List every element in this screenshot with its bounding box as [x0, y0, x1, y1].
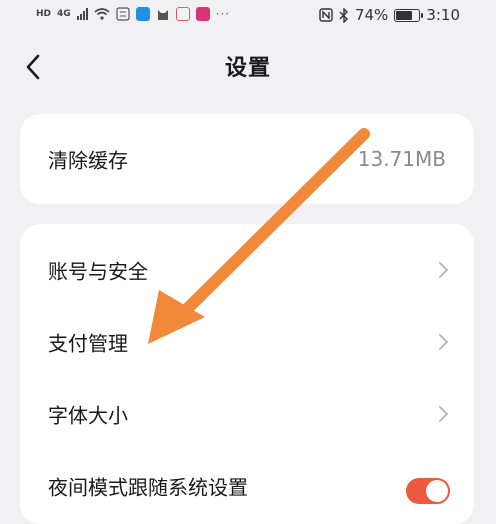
chevron-right-icon [439, 334, 448, 350]
cat-app-icon [157, 10, 168, 20]
clear-cache-row[interactable]: 清除缓存 13.71MB [20, 123, 474, 195]
settings-item-label: 字体大小 [48, 403, 128, 428]
nfc-icon [319, 8, 333, 22]
status-left: HD 4G ··· [36, 7, 230, 21]
settings-item-label: 账号与安全 [48, 259, 148, 284]
blue-app-icon [135, 7, 150, 21]
battery-icon [394, 8, 424, 22]
chevron-right-icon [439, 262, 448, 278]
night-mode-toggle[interactable] [406, 478, 450, 504]
status-bar: HD 4G ··· 74% 3:10 [0, 0, 496, 32]
cache-card: 清除缓存 13.71MB [20, 114, 474, 204]
pink-app-icon [195, 7, 210, 21]
signal-icon [76, 8, 88, 20]
settings-item-payment-management[interactable]: 支付管理 [20, 306, 474, 378]
hd-badge: HD [36, 9, 52, 19]
network-type-badge: 4G [57, 9, 71, 19]
toggle-knob [426, 480, 448, 502]
status-right: 74% 3:10 [319, 6, 460, 24]
app-header: 设置 [0, 32, 496, 102]
settings-item-label: 夜间模式跟随系统设置 [48, 475, 248, 500]
settings-item-font-size[interactable]: 字体大小 [20, 378, 474, 450]
more-notifications-icon: ··· [215, 7, 231, 21]
page-title: 设置 [224, 56, 271, 81]
settings-card: 账号与安全 支付管理 字体大小 夜间模式跟随系统设置 [20, 224, 474, 524]
settings-item-label: 支付管理 [48, 331, 128, 356]
settings-item-account-security[interactable]: 账号与安全 [20, 234, 474, 306]
status-time: 3:10 [426, 6, 460, 24]
cache-size-value: 13.71MB [357, 147, 446, 171]
wifi-icon [94, 8, 110, 20]
battery-fill [396, 10, 413, 20]
chevron-right-icon [439, 406, 448, 422]
mail-app-icon [175, 7, 190, 21]
battery-percent: 74% [354, 6, 389, 24]
settings-item-night-mode[interactable]: 夜间模式跟随系统设置 [20, 450, 474, 522]
bluetooth-icon [339, 7, 348, 23]
clear-cache-label: 清除缓存 [48, 148, 128, 173]
sim-app-icon [116, 7, 130, 21]
